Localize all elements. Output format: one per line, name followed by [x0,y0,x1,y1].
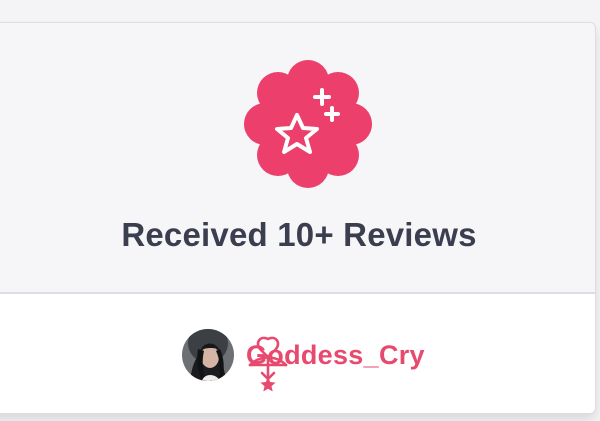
username-container[interactable]: Goddess_Cry [246,327,425,392]
page: Received 10+ Reviews Goddess_Cry [0,0,600,421]
user-avatar[interactable] [182,329,234,381]
bow-arrow-icon [246,333,302,395]
achievement-title: Received 10+ Reviews [121,216,477,253]
achievement-card: Received 10+ Reviews Goddess_Cry [0,22,596,414]
achievement-badge [242,59,374,189]
avatar-image [182,329,234,381]
sparkle-star-icon [244,60,372,188]
reviewer-row[interactable]: Goddess_Cry [182,327,425,392]
